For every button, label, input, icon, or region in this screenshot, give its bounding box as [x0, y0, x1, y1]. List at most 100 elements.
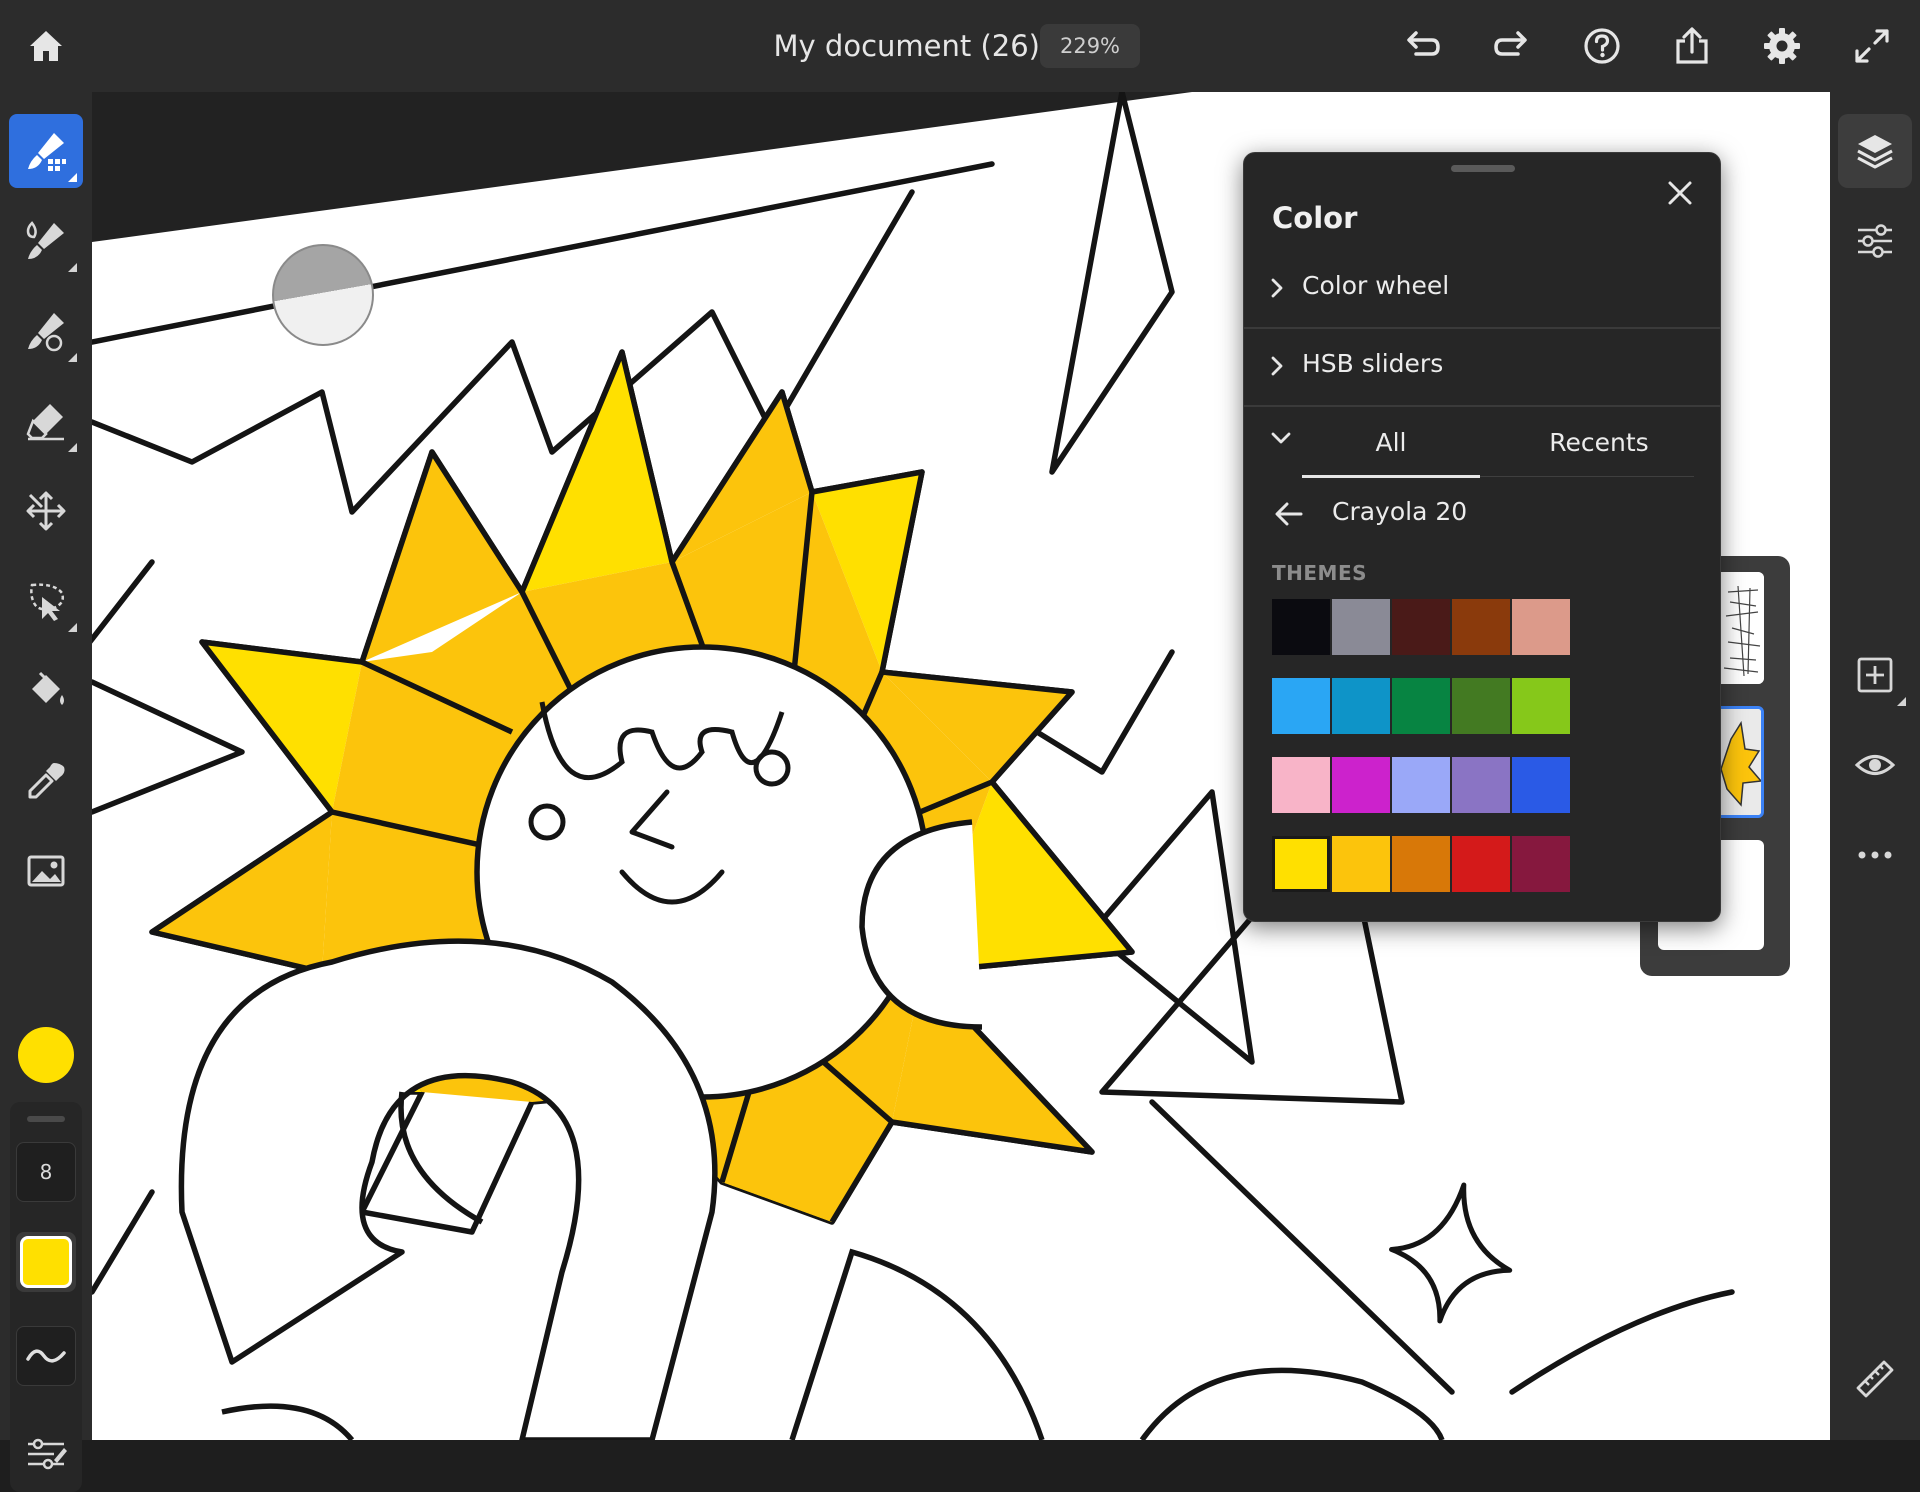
color-swatch[interactable]: [1452, 836, 1510, 892]
brush-size-field[interactable]: 8: [16, 1142, 76, 1202]
color-swatch[interactable]: [1272, 836, 1330, 892]
color-panel: Color Color wheel HSB sliders All Recent…: [1243, 152, 1721, 922]
color-swatch[interactable]: [1272, 678, 1330, 734]
color-swatch[interactable]: [1512, 757, 1570, 813]
visibility-button[interactable]: [1838, 728, 1912, 802]
more-icon: [1858, 851, 1892, 859]
selection-tool[interactable]: [9, 564, 83, 638]
eraser-icon: [26, 404, 64, 441]
fill-icon: [32, 671, 64, 705]
back-arrow-icon[interactable]: [1274, 501, 1304, 527]
home-button[interactable]: [18, 18, 74, 74]
eyedropper-tool[interactable]: [9, 744, 83, 818]
more-options-button[interactable]: [1838, 818, 1912, 892]
color-wheel-section[interactable]: Color wheel: [1244, 251, 1720, 327]
document-title[interactable]: My document (26): [760, 24, 1040, 68]
chevron-right-icon: [1271, 278, 1283, 298]
color-swatch[interactable]: [1512, 836, 1570, 892]
live-brush-tool[interactable]: [9, 204, 83, 278]
home-icon: [30, 31, 62, 61]
color-swatch[interactable]: [1272, 757, 1330, 813]
vector-brush-icon: [28, 313, 64, 352]
gear-icon: [1764, 28, 1800, 64]
color-swatch[interactable]: [1332, 836, 1390, 892]
brush-settings-button[interactable]: [16, 1422, 76, 1482]
layers-icon: [1857, 135, 1893, 169]
image-icon: [27, 855, 65, 887]
chevron-down-icon[interactable]: [1270, 431, 1292, 445]
eyedropper-icon: [28, 763, 65, 799]
help-button[interactable]: [1574, 18, 1630, 74]
submenu-indicator: [68, 263, 77, 272]
opacity-preview: [20, 1236, 72, 1288]
brush-smoothing-button[interactable]: [16, 1326, 76, 1386]
fill-tool[interactable]: [9, 654, 83, 728]
redo-icon: [1494, 31, 1527, 56]
color-swatch[interactable]: [1392, 836, 1450, 892]
top-bar: My document (26) 229%: [0, 0, 1920, 93]
layer-properties-icon: [1858, 224, 1892, 258]
color-swatch[interactable]: [1332, 678, 1390, 734]
color-swatch[interactable]: [1392, 599, 1450, 655]
chevron-right-icon: [1271, 356, 1283, 376]
submenu-indicator: [68, 353, 77, 362]
submenu-indicator: [1897, 697, 1906, 706]
close-icon: [1668, 181, 1692, 205]
color-swatch[interactable]: [1512, 678, 1570, 734]
fullscreen-icon: [1855, 29, 1889, 63]
layers-button[interactable]: [1838, 114, 1912, 188]
color-swatch[interactable]: [1512, 599, 1570, 655]
panel-title: Color: [1272, 201, 1358, 235]
section-label: Color wheel: [1302, 271, 1450, 300]
hsb-sliders-section[interactable]: HSB sliders: [1244, 329, 1720, 405]
submenu-indicator: [68, 173, 77, 182]
themes-heading: THEMES: [1272, 561, 1368, 585]
share-button[interactable]: [1664, 18, 1720, 74]
transform-tool[interactable]: [9, 474, 83, 548]
pixel-brush-tool[interactable]: [9, 114, 83, 188]
image-tool[interactable]: [9, 834, 83, 908]
ruler-icon: [1856, 1360, 1894, 1398]
color-swatch[interactable]: [1272, 599, 1330, 655]
zoom-level-badge[interactable]: 229%: [1040, 24, 1140, 68]
eraser-tool[interactable]: [9, 384, 83, 458]
add-layer-icon: [1857, 657, 1893, 693]
help-icon: [1584, 28, 1620, 64]
color-swatch[interactable]: [1452, 599, 1510, 655]
brush-opacity-button[interactable]: [16, 1232, 76, 1292]
color-swatch[interactable]: [1392, 757, 1450, 813]
ruler-button[interactable]: [1838, 1342, 1912, 1416]
brush-cursor-preview: [272, 244, 374, 346]
tab-all[interactable]: All: [1302, 413, 1480, 473]
smoothing-wave-icon: [26, 1349, 66, 1363]
redo-button[interactable]: [1484, 18, 1540, 74]
tab-recents[interactable]: Recents: [1506, 413, 1692, 473]
swatch-library-name: Crayola 20: [1332, 497, 1468, 526]
visibility-icon: [1854, 755, 1896, 775]
panel-drag-handle[interactable]: [1451, 165, 1515, 172]
left-toolbar: 8: [0, 92, 92, 1492]
active-tab-indicator: [1302, 475, 1480, 478]
section-label: HSB sliders: [1302, 349, 1444, 378]
color-swatch[interactable]: [1392, 678, 1450, 734]
divider: [1244, 405, 1720, 407]
fullscreen-button[interactable]: [1844, 18, 1900, 74]
color-swatch[interactable]: [1332, 599, 1390, 655]
transform-icon: [26, 491, 66, 531]
color-swatch[interactable]: [1452, 757, 1510, 813]
undo-button[interactable]: [1394, 18, 1450, 74]
layer-properties-button[interactable]: [1838, 204, 1912, 278]
panel-drag-handle[interactable]: [27, 1116, 65, 1122]
undo-icon: [1407, 31, 1440, 56]
selection-icon: [30, 583, 64, 621]
add-layer-button[interactable]: [1838, 638, 1912, 712]
submenu-indicator: [68, 623, 77, 632]
settings-button[interactable]: [1754, 18, 1810, 74]
color-swatch[interactable]: [1452, 678, 1510, 734]
close-button[interactable]: [1658, 171, 1702, 215]
vector-brush-tool[interactable]: [9, 294, 83, 368]
submenu-indicator: [68, 443, 77, 452]
current-color-button[interactable]: [18, 1027, 74, 1083]
color-swatch[interactable]: [1332, 757, 1390, 813]
pixel-brush-icon: [28, 133, 66, 171]
